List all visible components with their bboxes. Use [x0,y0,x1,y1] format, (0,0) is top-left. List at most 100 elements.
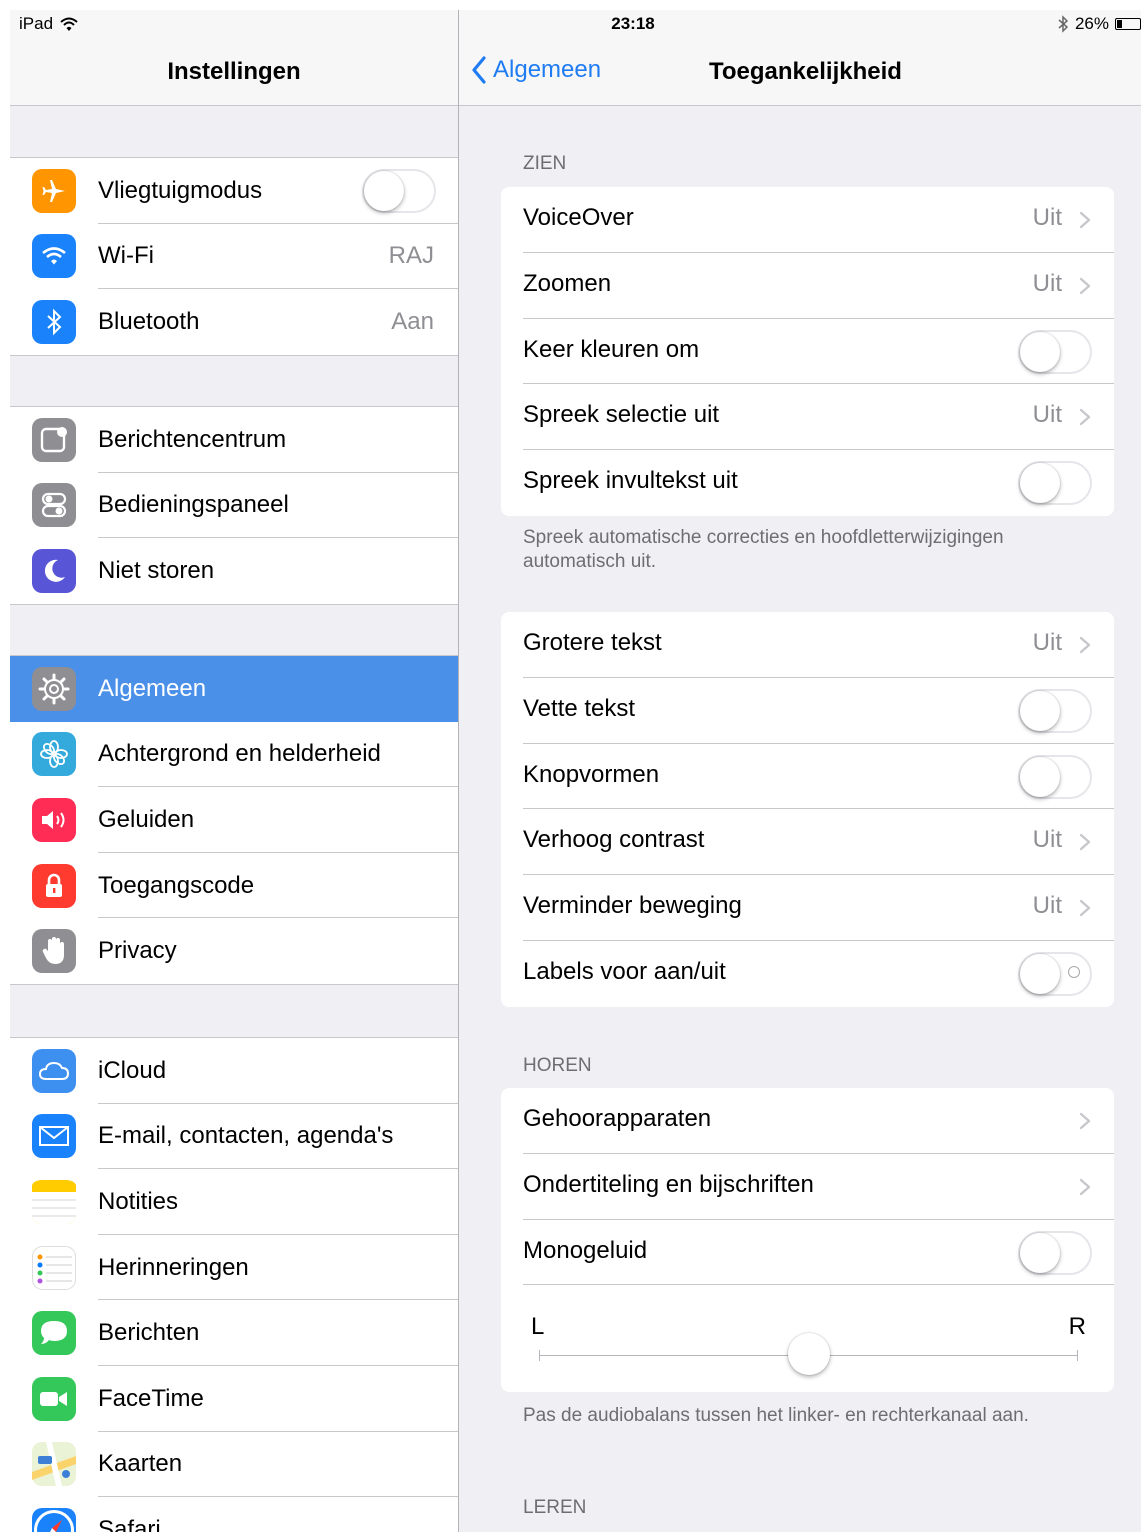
sidebar-item-geluiden[interactable]: Geluiden [10,787,458,853]
toggle-knob [1020,953,1060,994]
setting-label: Knopvormen [523,760,660,788]
sidebar-item-bedieningspaneel[interactable]: Bedieningspaneel [10,473,458,539]
sidebar-item-facetime[interactable]: FaceTime [10,1366,458,1432]
sidebar-item-safari[interactable]: Safari [10,1497,458,1532]
setting-toggle[interactable] [1018,329,1092,374]
sidebar-item-vliegtuigmodus[interactable]: Vliegtuigmodus [10,158,458,224]
sidebar-item-label: Privacy [98,937,177,965]
settings-group: Algemeen Achtergrond en helderheid Geluide… [10,655,458,985]
master-title: Instellingen [167,58,301,85]
setting-label: Keer kleuren om [523,335,700,363]
setting-label: Spreek invultekst uit [523,467,738,495]
sidebar-item-e-mail-contacten-agenda-s[interactable]: E-mail, contacten, agenda's [10,1104,458,1170]
hand-icon [32,929,76,974]
setting-row-spreek-invultekst-uit: Spreek invultekst uit [501,450,1114,516]
wifi-icon [32,234,76,279]
compass-icon [32,1507,76,1532]
setting-value: Uit [1032,401,1062,429]
setting-row-spreek-selectie-uit[interactable]: Spreek selectie uit Uit [501,384,1114,451]
setting-label: Monogeluid [523,1236,648,1264]
setting-row-verminder-beweging[interactable]: Verminder beweging Uit [501,875,1114,941]
cloud-icon [32,1048,76,1093]
sidebar-item-label: Berichtencentrum [98,425,287,453]
sidebar-item-berichtencentrum[interactable]: Berichtencentrum [10,407,458,473]
setting-label: Vette tekst [523,694,636,722]
sidebar-item-value: Aan [391,307,434,335]
flower-icon [32,732,76,777]
sidebar-item-notities[interactable]: Notities [10,1169,458,1235]
setting-row-ondertiteling-en-bijschriften[interactable]: Ondertiteling en bijschriften [501,1154,1114,1220]
sidebar-item-label: Achtergrond en helderheid [98,740,381,768]
sidebar-item-label: iCloud [98,1056,167,1084]
setting-label: Labels voor aan/uit [523,957,726,985]
setting-toggle[interactable] [1018,461,1092,506]
sidebar-item-label: Geluiden [98,805,195,833]
control-center-icon [32,483,76,528]
setting-row-grotere-tekst[interactable]: Grotere tekst Uit [501,612,1114,678]
setting-label: Verhoog contrast [523,826,705,854]
sidebar-item-label: E-mail, contacten, agenda's [98,1122,394,1150]
sidebar-item-achtergrond-en-helderheid[interactable]: Achtergrond en helderheid [10,722,458,788]
setting-toggle[interactable] [1018,951,1092,996]
airplane-mode-toggle[interactable] [362,169,436,213]
sidebar-item-label: Safari [98,1515,161,1532]
setting-row-voiceover[interactable]: VoiceOver Uit [501,187,1114,253]
notes-icon [32,1179,76,1224]
sidebar-item-herinneringen[interactable]: Herinneringen [10,1235,458,1301]
section-header: ZIEN [523,153,567,174]
bluetooth-status-icon [1058,15,1069,33]
sidebar-item-bluetooth[interactable]: Bluetooth Aan [10,289,458,355]
sidebar-item-label: Wi-Fi [98,242,154,270]
chevron-right-icon [1076,897,1094,919]
settings-card: Grotere tekst Uit Vette tekst Knopvormen Ver… [501,612,1114,1007]
section-footer: Pas de audiobalans tussen het linker- en… [523,1405,1029,1426]
audio-balance-slider[interactable]: LR [501,1285,1114,1392]
setting-toggle[interactable] [1018,754,1092,799]
section-header: HOREN [523,1055,592,1076]
status-time: 23:18 [611,14,655,33]
chevron-right-icon [1076,634,1094,656]
setting-value: Uit [1032,826,1062,854]
gear-icon [32,666,76,711]
slider-tick [539,1350,540,1362]
notification-center-icon [32,417,76,462]
sidebar-item-label: Toegangscode [98,871,255,899]
setting-toggle[interactable] [1018,688,1092,733]
sidebar-item-toegangscode[interactable]: Toegangscode [10,853,458,919]
messages-icon [32,1311,76,1356]
sidebar-item-berichten[interactable]: Berichten [10,1300,458,1366]
sidebar-item-label: Bluetooth [98,307,200,335]
toggle-knob [1020,331,1060,372]
chevron-right-icon [1076,209,1094,231]
chevron-right-icon [1076,1176,1094,1198]
sidebar-item-value: RAJ [388,242,434,270]
airplane-icon [32,168,76,213]
sidebar-item-wi-fi[interactable]: Wi-Fi RAJ [10,224,458,290]
sidebar-item-label: FaceTime [98,1384,204,1412]
sidebar-item-privacy[interactable]: Privacy [10,918,458,984]
moon-icon [32,548,76,593]
setting-label: Zoomen [523,269,612,297]
sidebar-item-icloud[interactable]: iCloud [10,1038,458,1104]
setting-toggle[interactable] [1018,1230,1092,1275]
setting-row-gehoorapparaten[interactable]: Gehoorapparaten [501,1088,1114,1154]
slider-thumb[interactable] [787,1333,830,1376]
sidebar-item-algemeen[interactable]: Algemeen [10,656,458,722]
setting-row-zoomen[interactable]: Zoomen Uit [501,253,1114,319]
sidebar-item-label: Herinneringen [98,1253,249,1281]
section-footer: Spreek automatische correcties en hoofdl… [523,527,1004,572]
speaker-icon [32,797,76,842]
sidebar-item-niet-storen[interactable]: Niet storen [10,538,458,604]
toggle-knob [1020,756,1060,797]
setting-row-verhoog-contrast[interactable]: Verhoog contrast Uit [501,809,1114,876]
toggle-knob [1020,463,1060,504]
accessibility-detail-panel: Algemeen Toegankelijkheid ZIEN VoiceOver U… [459,10,1141,1532]
settings-card: Gehoorapparaten Ondertiteling en bijschri… [501,1088,1114,1393]
settings-group: Berichtencentrum Bedieningspaneel Niet sto… [10,406,458,605]
back-button[interactable]: Algemeen [471,56,601,84]
reminders-icon [32,1245,76,1290]
sidebar-item-kaarten[interactable]: Kaarten [10,1432,458,1498]
chevron-right-icon [1076,275,1094,297]
back-label: Algemeen [493,56,602,83]
setting-value: Uit [1032,892,1062,920]
